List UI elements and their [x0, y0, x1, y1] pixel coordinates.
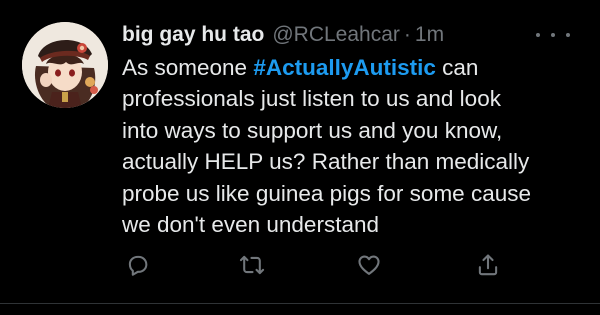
more-dot — [566, 33, 570, 37]
tweet-line: probe us like guinea pigs for some cause — [122, 180, 531, 206]
tweet-header: big gay hu tao @RCLeahcar · 1m — [122, 18, 444, 52]
share-icon — [478, 254, 498, 276]
like-button[interactable] — [352, 248, 386, 282]
reply-button[interactable] — [121, 248, 155, 282]
tweet-text-segment: can — [435, 55, 479, 80]
separator-dot: · — [403, 23, 411, 46]
tweet-text: As someone #ActuallyAutistic can profess… — [122, 52, 592, 240]
tweet-line: As someone #ActuallyAutistic can — [122, 52, 592, 83]
reply-icon — [128, 255, 148, 276]
tweet-card[interactable]: big gay hu tao @RCLeahcar · 1m As someon… — [0, 0, 600, 315]
user-handle[interactable]: @RCLeahcar — [272, 18, 400, 52]
divider — [0, 303, 600, 304]
retweet-icon — [239, 255, 265, 275]
hashtag-link[interactable]: #ActuallyAutistic — [253, 55, 436, 80]
tweet-line: professionals just listen to us and look — [122, 86, 501, 112]
display-name[interactable]: big gay hu tao — [122, 18, 264, 52]
timestamp[interactable]: 1m — [415, 18, 444, 52]
avatar[interactable] — [22, 22, 108, 108]
retweet-button[interactable] — [235, 248, 269, 282]
tweet-text-segment: As someone — [122, 55, 254, 80]
avatar-image — [22, 22, 108, 108]
more-icon[interactable] — [536, 24, 570, 46]
tweet-line: actually HELP us? Rather than medically — [122, 149, 530, 175]
tweet-line: we don't even understand — [122, 212, 379, 238]
more-dot — [551, 33, 555, 37]
tweet-actions — [0, 248, 600, 284]
like-icon — [358, 255, 380, 275]
share-button[interactable] — [471, 248, 505, 282]
tweet-line: into ways to support us and you know, — [122, 117, 503, 143]
more-dot — [536, 33, 540, 37]
